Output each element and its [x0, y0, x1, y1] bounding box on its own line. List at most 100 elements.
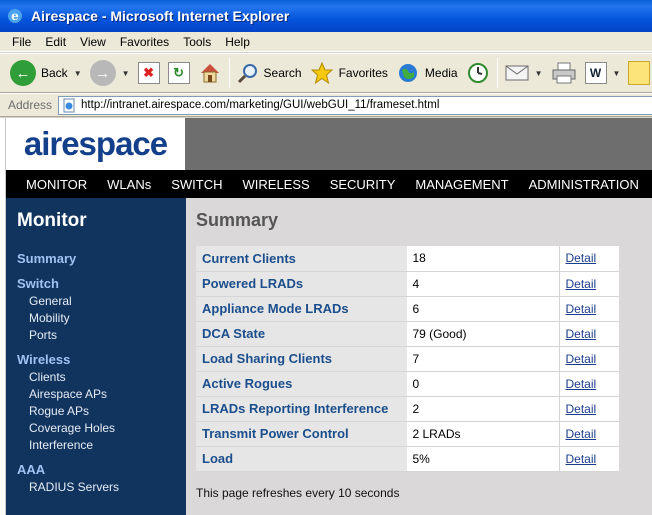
address-label: Address: [8, 98, 53, 112]
detail-cell: Detail: [559, 421, 619, 447]
sidebar-section-wireless[interactable]: Wireless: [17, 352, 70, 367]
detail-cell: Detail: [559, 346, 619, 372]
media-button[interactable]: Media: [392, 56, 462, 90]
menu-help[interactable]: Help: [218, 35, 257, 49]
menu-bar: File Edit View Favorites Tools Help: [0, 32, 652, 52]
web-page: airespace MONITOR WLANs SWITCH WIRELESS …: [0, 118, 652, 515]
nav-administration[interactable]: ADMINISTRATION: [519, 177, 649, 192]
detail-link[interactable]: Detail: [566, 377, 597, 391]
mail-dropdown-icon[interactable]: ▼: [535, 69, 543, 78]
row-label: LRADs Reporting Interference: [196, 396, 408, 422]
menu-favorites[interactable]: Favorites: [113, 35, 176, 49]
edit-button[interactable]: W ▼: [581, 56, 625, 90]
sidebar-item-general[interactable]: General: [29, 294, 72, 308]
favorites-star-icon: [310, 61, 333, 85]
main-content: Summary Current Clients 18 Detail Powere…: [186, 198, 652, 515]
menu-tools[interactable]: Tools: [176, 35, 218, 49]
stop-button[interactable]: ✖: [134, 56, 164, 90]
row-value: 79 (Good): [407, 321, 560, 347]
row-value: 2 LRADs: [407, 421, 560, 447]
sidebar-section-aaa[interactable]: AAA: [17, 462, 45, 477]
row-label: Appliance Mode LRADs: [196, 296, 408, 322]
sidebar-item-airespace-aps[interactable]: Airespace APs: [29, 387, 107, 401]
menu-file[interactable]: File: [0, 35, 38, 49]
detail-link[interactable]: Detail: [566, 427, 597, 441]
table-row: Load 5% Detail: [196, 446, 619, 472]
detail-link[interactable]: Detail: [566, 402, 597, 416]
row-value: 4: [407, 271, 560, 297]
airespace-logo[interactable]: airespace: [6, 118, 185, 170]
detail-cell: Detail: [559, 446, 619, 472]
sidebar-item-rogue-aps[interactable]: Rogue APs: [29, 404, 89, 418]
svg-text:e: e: [11, 9, 19, 23]
detail-link[interactable]: Detail: [566, 302, 597, 316]
edit-dropdown-icon[interactable]: ▼: [613, 69, 621, 78]
address-bar: Address http://intranet.airespace.com/ma…: [0, 93, 652, 117]
mail-envelope-icon: [505, 65, 529, 81]
print-button[interactable]: [547, 56, 581, 90]
detail-link[interactable]: Detail: [566, 452, 597, 466]
back-dropdown-icon[interactable]: ▼: [74, 69, 82, 78]
address-url: http://intranet.airespace.com/marketing/…: [81, 99, 440, 111]
page-title: Summary: [196, 210, 279, 230]
sidebar-item-coverage-holes[interactable]: Coverage Holes: [29, 421, 115, 435]
nav-switch[interactable]: SWITCH: [161, 177, 232, 192]
media-label: Media: [424, 66, 458, 80]
toolbar-separator: [228, 58, 230, 88]
word-edit-icon: W: [584, 62, 607, 84]
row-value: 5%: [407, 446, 560, 472]
detail-cell: Detail: [559, 371, 619, 397]
favorites-button[interactable]: Favorites: [306, 56, 392, 90]
forward-dropdown-icon[interactable]: ▼: [122, 69, 130, 78]
discuss-button[interactable]: [624, 56, 652, 90]
table-row: Current Clients 18 Detail: [196, 246, 619, 272]
forward-arrow-icon: →: [89, 60, 116, 86]
forward-button[interactable]: → ▼: [86, 56, 134, 90]
menu-view[interactable]: View: [73, 35, 113, 49]
detail-link[interactable]: Detail: [566, 327, 597, 341]
detail-link[interactable]: Detail: [566, 277, 597, 291]
toolbar-separator: [496, 58, 498, 88]
table-row: Active Rogues 0 Detail: [196, 371, 619, 397]
nav-wireless[interactable]: WIRELESS: [233, 177, 320, 192]
summary-table: Current Clients 18 Detail Powered LRADs …: [196, 246, 619, 472]
detail-cell: Detail: [559, 396, 619, 422]
sidebar-item-mobility[interactable]: Mobility: [29, 311, 70, 325]
row-label: Load: [196, 446, 408, 472]
table-row: Transmit Power Control 2 LRADs Detail: [196, 421, 619, 447]
detail-cell: Detail: [559, 246, 619, 272]
refresh-button[interactable]: ↻: [164, 56, 194, 90]
search-button[interactable]: Search: [233, 56, 306, 90]
sidebar-item-interference[interactable]: Interference: [29, 438, 93, 452]
refresh-note: This page refreshes every 10 seconds: [196, 486, 400, 500]
printer-icon: [552, 62, 576, 84]
sidebar-item-clients[interactable]: Clients: [29, 370, 66, 384]
menu-edit[interactable]: Edit: [38, 35, 73, 49]
back-button[interactable]: ← Back ▼: [0, 56, 86, 90]
sidebar-item-radius-servers[interactable]: RADIUS Servers: [29, 480, 119, 494]
row-label: Active Rogues: [196, 371, 408, 397]
address-input[interactable]: http://intranet.airespace.com/marketing/…: [58, 95, 652, 115]
nav-monitor[interactable]: MONITOR: [6, 177, 97, 192]
detail-link[interactable]: Detail: [566, 251, 597, 265]
row-value: 7: [407, 346, 560, 372]
home-button[interactable]: [194, 56, 226, 90]
table-row: Powered LRADs 4 Detail: [196, 271, 619, 297]
table-row: DCA State 79 (Good) Detail: [196, 321, 619, 347]
sidebar-item-ports[interactable]: Ports: [29, 328, 57, 342]
history-button[interactable]: [462, 56, 494, 90]
page-icon: [63, 98, 75, 112]
nav-wlans[interactable]: WLANs: [97, 177, 161, 192]
title-bar: e Airespace - Microsoft Internet Explore…: [0, 0, 652, 32]
table-row: Appliance Mode LRADs 6 Detail: [196, 296, 619, 322]
detail-link[interactable]: Detail: [566, 352, 597, 366]
sidebar-section-switch[interactable]: Switch: [17, 276, 59, 291]
back-arrow-icon: ←: [10, 60, 36, 86]
top-nav: MONITOR WLANs SWITCH WIRELESS SECURITY M…: [6, 170, 652, 198]
sidebar-item-summary[interactable]: Summary: [17, 251, 76, 266]
nav-management[interactable]: MANAGEMENT: [405, 177, 518, 192]
nav-security[interactable]: SECURITY: [320, 177, 406, 192]
table-row: Load Sharing Clients 7 Detail: [196, 346, 619, 372]
toolbar: ← Back ▼ → ▼ ✖ ↻ Search Favorites Media …: [0, 53, 652, 93]
mail-button[interactable]: ▼: [501, 56, 547, 90]
